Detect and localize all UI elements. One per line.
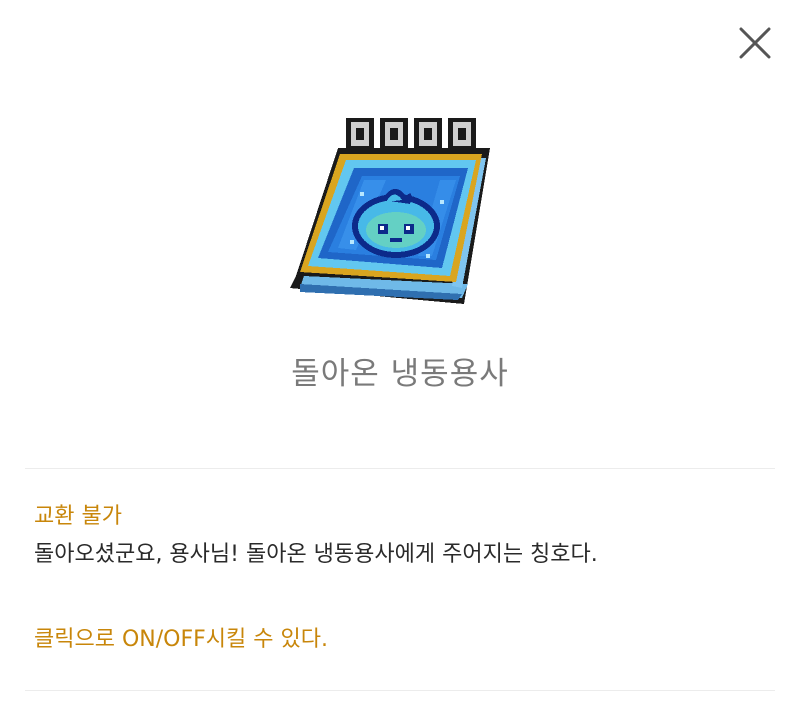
close-icon [739,27,771,59]
divider [25,468,775,469]
trade-status-label: 교환 불가 [34,504,122,529]
item-name: 돌아온 냉동용사 [291,356,509,392]
divider [25,690,775,691]
close-button[interactable] [736,24,774,62]
frozen-hero-title-icon [290,108,506,308]
toggle-hint: 클릭으로 ON/OFF시킬 수 있다. [34,627,328,652]
item-description: 돌아오셨군요, 용사님! 돌아온 냉동용사에게 주어지는 칭호다. [34,542,598,567]
